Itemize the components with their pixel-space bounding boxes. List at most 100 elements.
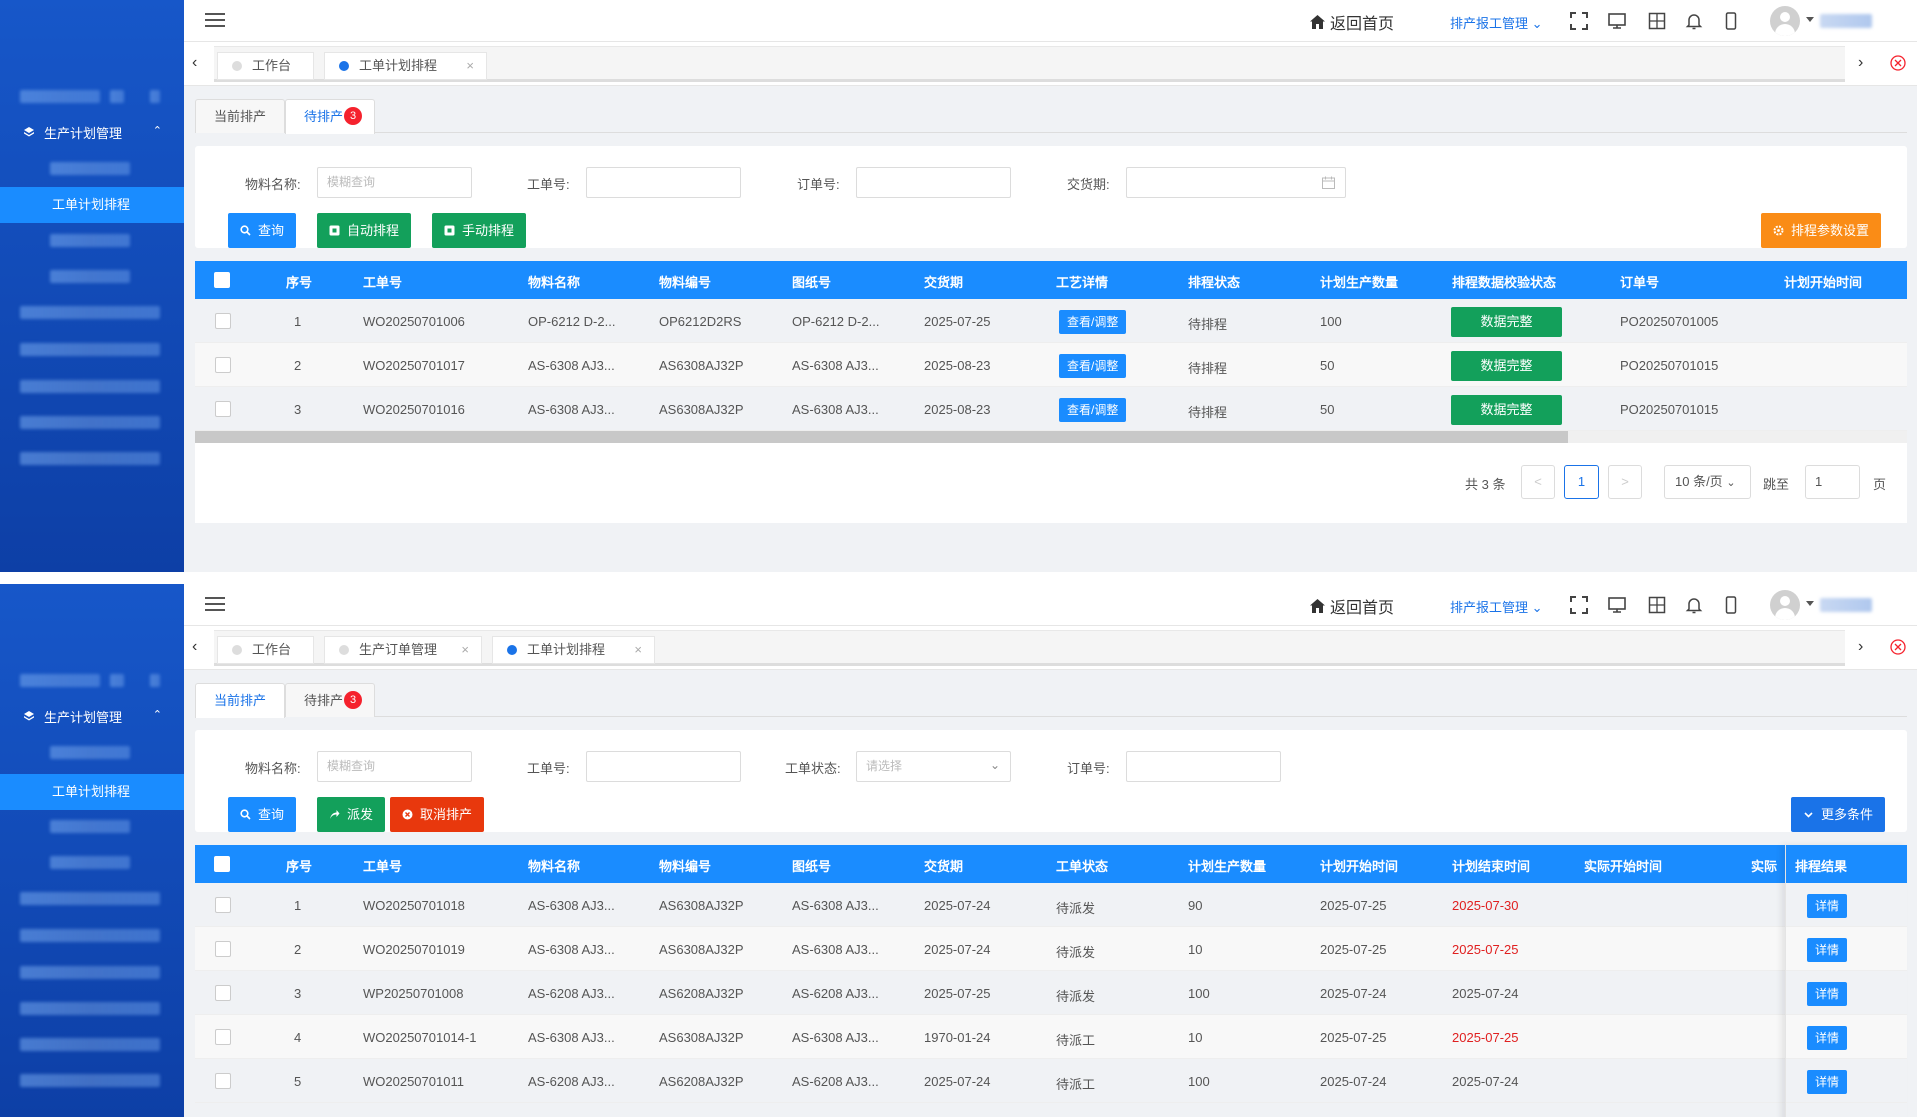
row-checkbox[interactable] xyxy=(215,985,231,1001)
home-label: 返回首页 xyxy=(1330,16,1395,33)
page-tab-workbench[interactable]: 工作台 xyxy=(217,636,314,664)
user-avatar-icon[interactable] xyxy=(1770,6,1800,36)
button-label: 手动排程 xyxy=(462,223,515,238)
caret-down-icon[interactable] xyxy=(1806,601,1814,606)
material-code-cell: AS6208AJ32P xyxy=(659,1074,744,1089)
view-adjust-button[interactable]: 查看/调整 xyxy=(1059,310,1127,334)
close-circle-icon[interactable] xyxy=(1890,639,1906,655)
tab-current-schedule[interactable]: 当前排产 xyxy=(195,683,286,718)
tab-current-schedule[interactable]: 当前排产 xyxy=(195,99,286,133)
row-checkbox[interactable] xyxy=(215,1029,231,1045)
chevron-down-icon: ⌄ xyxy=(1726,477,1736,489)
column-header: 计划生产数量 xyxy=(1320,275,1399,290)
row-checkbox[interactable] xyxy=(215,313,231,329)
menu-item-workorder-schedule[interactable]: 工单计划排程 xyxy=(0,187,184,223)
tabs-scroll-left-icon[interactable]: ‹ xyxy=(192,638,197,656)
delivery-date-picker[interactable] xyxy=(1126,167,1346,198)
page-tab-workbench[interactable]: 工作台 xyxy=(217,52,314,80)
menu-group-production-plan[interactable]: 生产计划管理 ⌃ xyxy=(0,120,184,144)
page-size-select[interactable]: 10 条/页 ⌄ xyxy=(1664,465,1751,499)
dispatch-button[interactable]: 派发 xyxy=(317,797,386,832)
row-checkbox[interactable] xyxy=(215,357,231,373)
bell-icon[interactable] xyxy=(1685,12,1703,30)
order-number-input[interactable] xyxy=(856,167,1011,198)
cancel-schedule-button[interactable]: 取消排产 xyxy=(390,797,485,832)
select-all-checkbox[interactable] xyxy=(214,856,230,872)
view-adjust-button[interactable]: 查看/调整 xyxy=(1059,354,1127,378)
fullscreen-icon[interactable] xyxy=(1570,12,1588,30)
work-order-status-select[interactable]: 请选择 ⌄ xyxy=(856,751,1011,782)
schedule-menu-label: 排产报工管理 xyxy=(1450,16,1529,31)
row-checkbox[interactable] xyxy=(215,401,231,417)
plan-start-cell: 2025-07-24 xyxy=(1320,986,1387,1001)
next-page-button[interactable]: > xyxy=(1608,465,1642,499)
filter-label: 工单号: xyxy=(527,761,570,776)
menu-icon[interactable] xyxy=(205,597,225,613)
tab-dot xyxy=(232,61,242,71)
layout-icon[interactable] xyxy=(1648,596,1666,614)
close-circle-icon[interactable] xyxy=(1890,55,1906,71)
mobile-icon[interactable] xyxy=(1722,12,1740,30)
pending-count-badge: 3 xyxy=(344,691,363,709)
mobile-icon[interactable] xyxy=(1722,596,1740,614)
material-code-cell: AS6208AJ32P xyxy=(659,986,744,1001)
more-conditions-button[interactable]: 更多条件 xyxy=(1791,797,1886,832)
home-link[interactable]: 返回首页 xyxy=(1310,10,1394,34)
menu-icon[interactable] xyxy=(205,13,225,29)
work-order-status-cell: 待派发 xyxy=(1056,901,1096,916)
work-order-input[interactable] xyxy=(586,167,741,198)
scrollbar-thumb[interactable] xyxy=(195,431,1568,443)
monitor-icon[interactable] xyxy=(1608,596,1626,614)
tab-dot xyxy=(339,61,349,71)
horizontal-scrollbar[interactable] xyxy=(195,431,1907,443)
row-checkbox[interactable] xyxy=(215,897,231,913)
fullscreen-icon[interactable] xyxy=(1570,596,1588,614)
bell-icon[interactable] xyxy=(1685,596,1703,614)
query-button[interactable]: 查询 xyxy=(228,213,297,248)
schedule-report-menu[interactable]: 排产报工管理 ⌄ xyxy=(1450,597,1543,616)
tabs-scroll-left-icon[interactable]: ‹ xyxy=(192,54,197,72)
close-icon[interactable]: × xyxy=(461,637,469,663)
drawing-number-cell: OP-6212 D-2... xyxy=(792,314,880,329)
filter-panel: 物料名称: 模糊查询 工单号: 订单号: 交货期: 查询 自动排程 手动排程 排… xyxy=(195,146,1907,248)
schedule-params-button[interactable]: 排程参数设置 xyxy=(1761,213,1882,248)
page-tab-workorder-schedule[interactable]: 工单计划排程 × xyxy=(324,52,487,80)
tab-label: 当前排产 xyxy=(214,693,267,708)
work-order-input[interactable] xyxy=(586,751,741,782)
query-button[interactable]: 查询 xyxy=(228,797,297,832)
page-1-button[interactable]: 1 xyxy=(1564,465,1599,499)
row-checkbox[interactable] xyxy=(215,1073,231,1089)
auto-schedule-button[interactable]: 自动排程 xyxy=(317,213,412,248)
page-tab-workorder-schedule[interactable]: 工单计划排程 × xyxy=(492,636,655,664)
page-tab-production-orders[interactable]: 生产订单管理 × xyxy=(324,636,482,664)
caret-down-icon[interactable] xyxy=(1806,17,1814,22)
tab-pending-schedule[interactable]: 待排产 3 xyxy=(285,683,376,717)
material-name-input[interactable]: 模糊查询 xyxy=(317,167,472,198)
manual-schedule-button[interactable]: 手动排程 xyxy=(432,213,527,248)
menu-group-production-plan[interactable]: 生产计划管理 ⌃ xyxy=(0,704,184,728)
tabs-scroll-right-icon[interactable]: › xyxy=(1858,54,1863,72)
layout-icon[interactable] xyxy=(1648,12,1666,30)
page-tabs: 工作台 工单计划排程 × xyxy=(214,46,1845,82)
schedule-report-menu[interactable]: 排产报工管理 ⌄ xyxy=(1450,13,1543,32)
tab-pending-schedule[interactable]: 待排产 3 xyxy=(285,99,376,134)
goto-page-input[interactable]: 1 xyxy=(1805,465,1860,499)
fixed-result-column xyxy=(1785,845,1907,1117)
column-header: 工单号 xyxy=(363,859,403,874)
material-code-cell: AS6308AJ32P xyxy=(659,942,744,957)
order-number-input[interactable] xyxy=(1126,751,1281,782)
prev-page-button[interactable]: < xyxy=(1521,465,1555,499)
row-checkbox[interactable] xyxy=(215,941,231,957)
monitor-icon[interactable] xyxy=(1608,12,1626,30)
tabs-scroll-right-icon[interactable]: › xyxy=(1858,638,1863,656)
select-all-checkbox[interactable] xyxy=(214,272,230,288)
user-avatar-icon[interactable] xyxy=(1770,590,1800,620)
screenshot-current-schedule: 生产计划管理 ⌃ 工单计划排程 返回首页 排产报工管理 ⌄ ‹ 工作台 生产订单… xyxy=(0,584,1917,1117)
view-adjust-button[interactable]: 查看/调整 xyxy=(1059,398,1127,422)
close-icon[interactable]: × xyxy=(634,637,642,663)
material-name-input[interactable]: 模糊查询 xyxy=(317,751,472,782)
menu-item-workorder-schedule[interactable]: 工单计划排程 xyxy=(0,774,184,810)
home-link[interactable]: 返回首页 xyxy=(1310,594,1394,618)
close-icon[interactable]: × xyxy=(466,53,474,79)
table-row: 3 WP20250701008 AS-6208 AJ3... AS6208AJ32P A… xyxy=(195,971,1907,1015)
